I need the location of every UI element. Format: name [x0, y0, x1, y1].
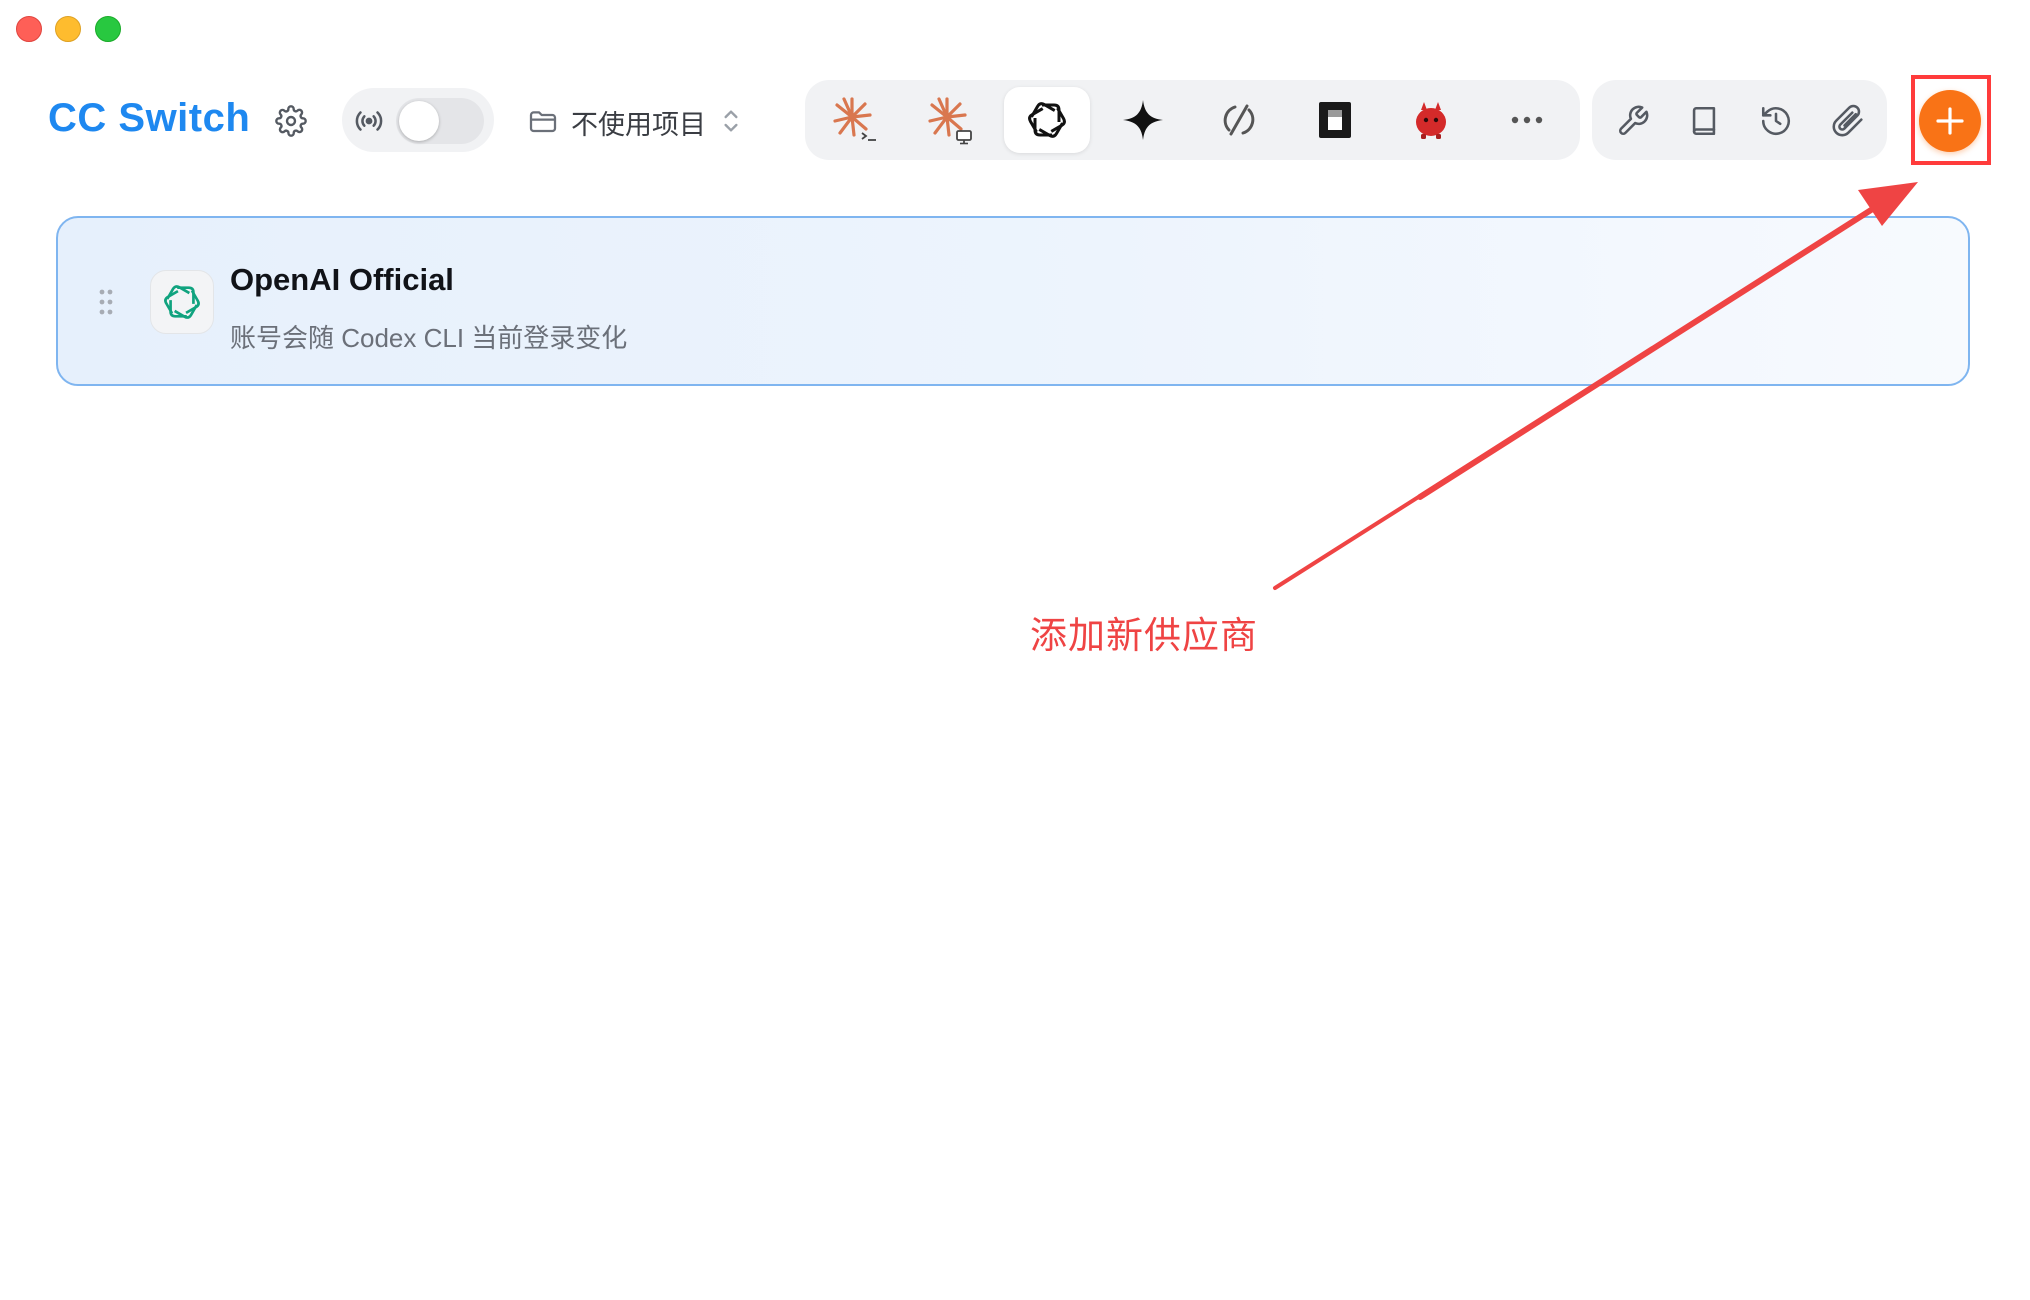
- annotation-label: 添加新供应商: [1030, 615, 1258, 656]
- annotation-arrow: [1273, 182, 1918, 590]
